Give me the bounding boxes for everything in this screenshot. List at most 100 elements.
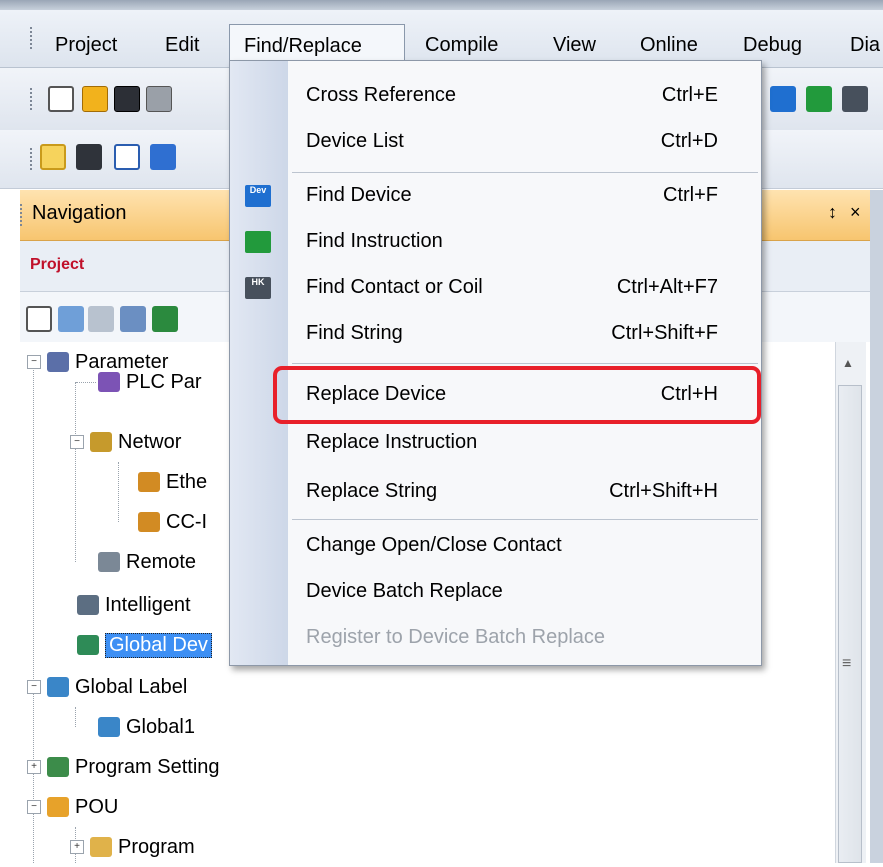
menu-item-change-open-close-contact[interactable]: Change Open/Close Contact: [288, 523, 762, 569]
menu-item-label: Find Instruction: [306, 230, 443, 252]
collapse-toggle[interactable]: −: [27, 355, 41, 369]
print-icon[interactable]: [146, 86, 172, 112]
find-device-icon: Dev: [245, 185, 271, 207]
paste-icon[interactable]: [88, 306, 114, 332]
menu-item-label: Register to Device Batch Replace: [306, 626, 606, 648]
project-view-icon[interactable]: [40, 144, 66, 170]
tree-item-plc-parameter[interactable]: PLC Par: [98, 362, 202, 402]
new-file-icon[interactable]: [48, 86, 74, 112]
menu-item-find-instruction[interactable]: Find Instruction: [288, 219, 762, 265]
find-replace-dropdown: Cross Reference Ctrl+E Device List Ctrl+…: [229, 60, 762, 666]
expand-toggle[interactable]: +: [27, 760, 41, 774]
scrollbar-grip-icon: ≡: [842, 655, 852, 672]
menu-diagnostics[interactable]: Dia: [850, 34, 880, 57]
tree-item-label-selected: Global Dev: [105, 632, 212, 658]
menu-item-label: Replace Instruction: [306, 431, 478, 453]
menu-item-cross-reference[interactable]: Cross Reference Ctrl+E: [288, 73, 762, 119]
window-top-border: [0, 0, 883, 10]
menu-view[interactable]: View: [553, 34, 596, 57]
list-view-icon[interactable]: [114, 144, 140, 170]
tree-item-label: PLC Par: [126, 370, 202, 393]
program-setting-icon: [47, 757, 69, 777]
menu-item-label: Change Open/Close Contact: [306, 534, 562, 556]
menu-item-replace-instruction[interactable]: Replace Instruction: [288, 420, 762, 466]
find-contact-icon: HK: [245, 277, 271, 299]
replace-device-highlight: [273, 366, 761, 424]
tree-item-label: Ethe: [166, 470, 208, 493]
menu-item-replace-string[interactable]: Replace String Ctrl+Shift+H: [288, 469, 762, 515]
scroll-up-arrow-icon[interactable]: ▲: [842, 356, 854, 370]
tree-item-program-setting[interactable]: + Program Setting: [27, 747, 220, 787]
find-instruction-toolbar-icon[interactable]: [806, 86, 832, 112]
ethernet-icon: [138, 472, 160, 492]
menu-item-label: Find String: [306, 322, 403, 344]
refresh-icon[interactable]: [152, 306, 178, 332]
remote-icon: [98, 552, 120, 572]
tree-item-global1[interactable]: Global1: [98, 707, 195, 747]
plc-parameter-icon: [98, 372, 120, 392]
menu-find-replace-label: Find/Replace: [244, 35, 362, 57]
tree-item-pou[interactable]: − POU: [27, 787, 118, 827]
find-contact-toolbar-icon[interactable]: [842, 86, 868, 112]
collapse-toggle[interactable]: −: [70, 435, 84, 449]
menu-item-label: Find Contact or Coil: [306, 276, 483, 298]
collapse-toggle[interactable]: −: [27, 800, 41, 814]
parameter-icon: [47, 352, 69, 372]
menu-item-find-contact-or-coil[interactable]: Find Contact or Coil Ctrl+Alt+F7: [288, 265, 762, 311]
tree-item-label: Intelligent: [105, 593, 191, 616]
menu-item-label: Cross Reference: [306, 84, 457, 106]
menu-compile[interactable]: Compile: [425, 34, 498, 57]
menu-item-find-string[interactable]: Find String Ctrl+Shift+F: [288, 311, 762, 357]
close-icon[interactable]: ×: [850, 202, 861, 223]
tree-item-remote[interactable]: Remote: [98, 542, 196, 582]
tree-connector: [75, 707, 76, 727]
save-icon[interactable]: [114, 86, 140, 112]
menu-debug[interactable]: Debug: [743, 34, 802, 57]
tree-connector: [76, 382, 96, 383]
menu-edit[interactable]: Edit: [165, 34, 199, 57]
navigation-title: Navigation: [32, 202, 127, 224]
menu-item-shortcut: Ctrl+E: [661, 84, 718, 106]
tree-item-label: POU: [75, 795, 119, 818]
menu-project[interactable]: Project: [55, 34, 117, 57]
scrollbar-thumb[interactable]: [838, 385, 862, 863]
tree-item-intelligent[interactable]: Intelligent: [77, 585, 191, 625]
global-label-icon: [47, 677, 69, 697]
menu-item-shortcut: Ctrl+Shift+F: [611, 322, 718, 344]
program-icon: [90, 837, 112, 857]
tree-item-global-label[interactable]: − Global Label: [27, 667, 187, 707]
menu-item-device-batch-replace[interactable]: Device Batch Replace: [288, 569, 762, 615]
pin-icon[interactable]: ↕: [828, 202, 837, 223]
open-folder-icon[interactable]: [82, 86, 108, 112]
device-icon[interactable]: [150, 144, 176, 170]
global1-icon: [98, 717, 120, 737]
tree-item-label: Program Setting: [75, 755, 220, 778]
add-item-icon[interactable]: [26, 306, 52, 332]
tree-item-global-device[interactable]: Global Dev: [77, 625, 212, 665]
cc-link-icon: [138, 512, 160, 532]
collapse-toggle[interactable]: −: [27, 680, 41, 694]
find-device-toolbar-icon[interactable]: [770, 86, 796, 112]
menu-separator: [292, 363, 758, 364]
properties-icon[interactable]: [120, 306, 146, 332]
toolbar-grip: [30, 88, 34, 110]
tree-item-ethernet[interactable]: Ethe: [138, 462, 207, 502]
menu-item-find-device[interactable]: Find Device Ctrl+F: [288, 173, 762, 219]
tree-item-label: CC-I: [166, 510, 208, 533]
module-icon[interactable]: [76, 144, 102, 170]
expand-toggle[interactable]: +: [70, 840, 84, 854]
navigation-grip: [20, 204, 24, 226]
tree-item-network[interactable]: − Networ: [70, 422, 181, 462]
menu-item-shortcut: Ctrl+D: [660, 130, 718, 152]
menu-separator: [292, 519, 758, 520]
tree-item-cc-link[interactable]: CC-I: [138, 502, 207, 542]
pou-icon: [47, 797, 69, 817]
copy-icon[interactable]: [58, 306, 84, 332]
menu-online[interactable]: Online: [640, 34, 698, 57]
tree-connector: [118, 462, 119, 522]
tree-item-label: Global Label: [75, 675, 188, 698]
tree-item-program[interactable]: + Program: [70, 827, 195, 867]
menu-item-shortcut: Ctrl+F: [663, 184, 718, 206]
tree-item-label: Remote: [126, 550, 197, 573]
menu-item-device-list[interactable]: Device List Ctrl+D: [288, 119, 762, 165]
